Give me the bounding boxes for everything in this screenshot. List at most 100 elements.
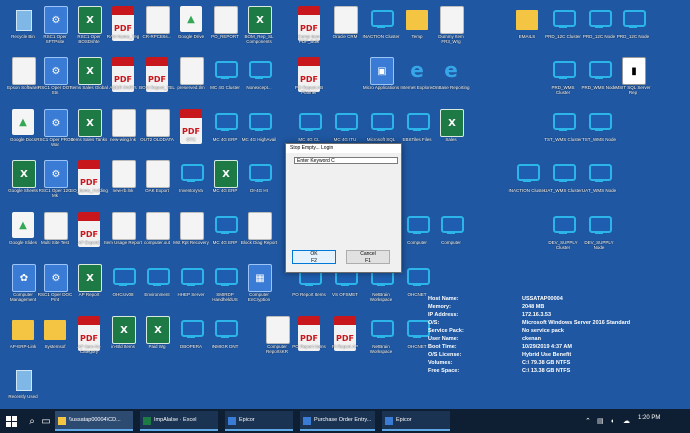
- desktop-icon[interactable]: PRD_WMS Cluster: [544, 55, 582, 103]
- desktop-icon[interactable]: DEV_SUPPLY Node: [580, 210, 618, 258]
- desktop-icon[interactable]: INACTION Cluster: [508, 158, 546, 206]
- desktop-icon[interactable]: PDF PI Report AP: [326, 314, 364, 362]
- desktop-icon[interactable]: ▲ Google Drive: [172, 4, 210, 52]
- desktop-icon[interactable]: INMIGR DNT: [206, 314, 244, 362]
- desktop-icon[interactable]: Temp: [398, 4, 436, 52]
- desktop-icon[interactable]: EBSTiles Files: [398, 107, 436, 155]
- desktop-icon[interactable]: X Sales: [432, 107, 470, 155]
- desktop-icon[interactable]: DEV_SUPPLY Cluster: [544, 210, 582, 258]
- desktop-icon[interactable]: INACTION Cluster: [362, 4, 400, 52]
- desktop-icon[interactable]: PRD_12C Cluster: [544, 4, 582, 52]
- desktop-icon[interactable]: Computer: [432, 210, 470, 258]
- desktop-icon[interactable]: PDF PO Report AB Planner: [290, 55, 328, 103]
- desktop-icon[interactable]: TST_WMS Cluster: [544, 107, 582, 155]
- desktop-icon[interactable]: Systemsof: [36, 314, 74, 362]
- desktop-icon[interactable]: MC 4G ERP: [206, 107, 244, 155]
- desktop-icon[interactable]: PDF RAN Name_Teg: [104, 4, 142, 52]
- desktop-icon[interactable]: X MC 4G ERP: [206, 158, 244, 206]
- desktop-icon[interactable]: Environment: [138, 262, 176, 310]
- desktop-icon[interactable]: Computer: [398, 210, 436, 258]
- desktop-icon[interactable]: MC 4G Cluster: [206, 55, 244, 103]
- desktop-icon[interactable]: ⚙ RSC1 Oper 12C Mk: [36, 158, 74, 206]
- desktop-icon[interactable]: X Items Sales Tanks: [70, 107, 108, 155]
- desktop-icon[interactable]: EMAILS: [508, 4, 546, 52]
- desktop-icon[interactable]: X RSC1 Oper BOSDshte: [70, 4, 108, 52]
- desktop-icon[interactable]: PRD_12C Node: [580, 4, 618, 52]
- desktop-icon[interactable]: e OnBase Reporting: [432, 55, 470, 103]
- desktop-icon-label: MC 4G ERP: [212, 137, 238, 142]
- desktop-icon[interactable]: DI-4G HI: [240, 158, 278, 206]
- desktop-icon[interactable]: ⚙ RSC1 Oper DOC Prnt: [36, 262, 74, 310]
- desktop-icon[interactable]: e Internet Explorer: [398, 55, 436, 103]
- desktop-icon[interactable]: ▣ Micro Applications: [362, 55, 400, 103]
- desktop-icon[interactable]: PDF AP Item No Category: [70, 314, 108, 362]
- taskbar-button[interactable]: Purchase Order Entry...: [300, 411, 375, 431]
- desktop-icon[interactable]: ⚙ RSC1 Oper PROD War: [36, 107, 74, 155]
- taskbar-button[interactable]: Epicor: [382, 411, 450, 431]
- desktop-icon[interactable]: PRD_WMS Node: [580, 55, 618, 103]
- desktop-icon[interactable]: Nonexcept...: [240, 55, 278, 103]
- desktop-icon[interactable]: Item Usage Report: [104, 210, 142, 258]
- desktop-icon[interactable]: X Paid Wg: [138, 314, 176, 362]
- desktop-icon[interactable]: CR-RPCE6s...: [138, 4, 176, 52]
- desktop-icon[interactable]: Xin-Bld Items: [104, 314, 142, 362]
- desktop-icon[interactable]: TST_WMS Node: [580, 107, 618, 155]
- desktop-icon[interactable]: PO_REPORT: [206, 4, 244, 52]
- desktop-icon[interactable]: ⚙ RSC1 Oper DOT Stn: [36, 55, 74, 103]
- clock[interactable]: 1:20 PM: [638, 415, 660, 421]
- desktop-icon[interactable]: PRD_12C Node: [614, 4, 652, 52]
- taskbar-button-label: \\ussatap00004\CD...: [69, 417, 121, 423]
- desktop-icon[interactable]: ⚙ RSC1 Oper SFTPsite: [36, 4, 74, 52]
- desktop-icon[interactable]: Recently Used: [4, 364, 42, 412]
- desktop-icon[interactable]: Oracle CRM: [326, 4, 364, 52]
- taskbar-button[interactable]: ImpAlalse · Excel: [140, 411, 218, 431]
- desktop-icon[interactable]: PDF Comp Item PDF_Bulk: [290, 4, 328, 52]
- desktop-icon[interactable]: PDF OTC: [172, 107, 210, 155]
- desktop-icon[interactable]: PDF BOM Report_TEL: [138, 55, 176, 103]
- desktop-icon[interactable]: computer.out: [138, 210, 176, 258]
- desktop-icon[interactable]: PDF EO_Items_Holding: [70, 158, 108, 206]
- task-view-icon[interactable]: ▭: [38, 409, 54, 433]
- desktop-icon[interactable]: SMIRDP HandheldUS: [206, 262, 244, 310]
- desktop-icon[interactable]: Dummy Item FR3_Wrg: [432, 4, 470, 52]
- desktop-icon[interactable]: X BOM_Rep_SL Components: [240, 4, 278, 52]
- ok-button[interactable]: OK F2: [292, 250, 336, 264]
- desktop-icon[interactable]: new-wing.lnk: [104, 107, 142, 155]
- desktop-icon[interactable]: OHCsrv08: [104, 262, 142, 310]
- app-icon: ⚙: [44, 6, 68, 34]
- desktop-icon[interactable]: ▦ Computer EnCryption: [240, 262, 278, 310]
- desktop-icon[interactable]: ▮ MSIT SQL Server Rep: [614, 55, 652, 103]
- desktop-icon[interactable]: PDF PO Report Items: [290, 314, 328, 362]
- desktop-icon[interactable]: new-rb.lnk: [104, 158, 142, 206]
- taskbar-button[interactable]: \\ussatap00004\CD...: [55, 411, 133, 431]
- cloud-icon[interactable]: ☁: [623, 409, 630, 433]
- desktop-icon[interactable]: X Items Sales Global: [70, 55, 108, 103]
- tray-chevron-icon[interactable]: ⌃: [585, 409, 591, 433]
- desktop-icon[interactable]: UAT_WMS Node: [580, 158, 618, 206]
- desktop-icon[interactable]: UAT_WMS Cluster: [544, 158, 582, 206]
- desktop-icon-label: SMIRDP HandheldUS: [212, 292, 238, 302]
- desktop-icon[interactable]: MC 4G ERP: [206, 210, 244, 258]
- network-icon[interactable]: ▤: [597, 409, 604, 433]
- volume-icon[interactable]: ◖: [610, 409, 614, 433]
- desktop-icon[interactable]: NetBrain Workspace: [362, 314, 400, 362]
- desktop-icon[interactable]: InventoryVa: [172, 158, 210, 206]
- desktop-icon[interactable]: OUT2 OLDDATA: [138, 107, 176, 155]
- desktop-icon[interactable]: PDF AP Export2: [70, 210, 108, 258]
- desktop-icon[interactable]: Mst Rpt Recovery: [172, 210, 210, 258]
- desktop-icon[interactable]: Block Diag Report: [240, 210, 278, 258]
- desktop-icon[interactable]: Multi Site Test: [36, 210, 74, 258]
- desktop-icon[interactable]: PDF ADDR PARTs: [104, 55, 142, 103]
- start-button[interactable]: [0, 409, 22, 433]
- remote-desktop-icon: [516, 160, 540, 186]
- desktop-icon[interactable]: OAK Export: [138, 158, 176, 206]
- taskbar-button[interactable]: Epicor: [225, 411, 293, 431]
- desktop-icon-label: RSC1 Oper DOC Prnt: [37, 292, 73, 302]
- desktop-icon[interactable]: preserved.tlm: [172, 55, 210, 103]
- desktop-icon[interactable]: HHEP Server: [172, 262, 210, 310]
- desktop-icon[interactable]: DBOPERA: [172, 314, 210, 362]
- keyword-input[interactable]: Enter Keyword C: [294, 157, 398, 164]
- desktop-icon[interactable]: X AP Report: [70, 262, 108, 310]
- cancel-button[interactable]: Cancel F1: [346, 250, 390, 264]
- desktop-icon[interactable]: MC 4G HighAvail: [240, 107, 278, 155]
